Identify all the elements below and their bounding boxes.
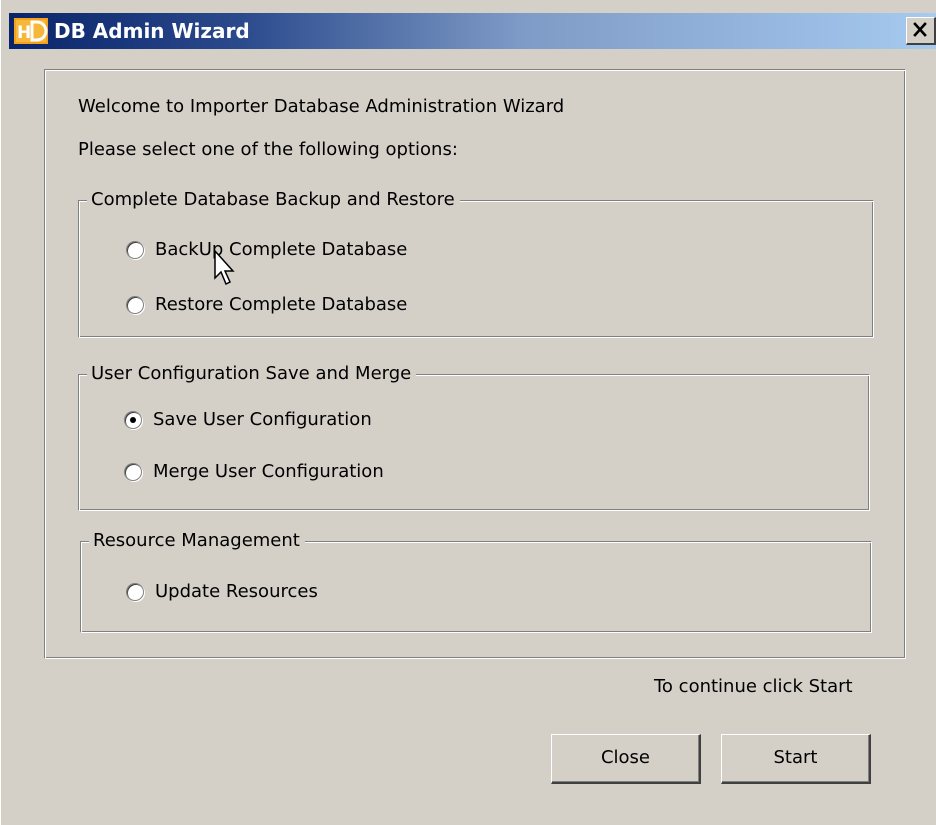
welcome-text: Welcome to Importer Database Administrat… bbox=[78, 96, 565, 117]
close-button[interactable]: Close bbox=[551, 734, 701, 784]
resource-management-group-legend: Resource Management bbox=[89, 529, 305, 553]
merge-user-config-option[interactable]: Merge User Configuration bbox=[124, 458, 434, 486]
save-user-config-radio[interactable] bbox=[124, 411, 142, 429]
backup-restore-group-legend: Complete Database Backup and Restore bbox=[87, 188, 460, 212]
close-icon bbox=[913, 22, 927, 37]
svg-text:H: H bbox=[17, 23, 31, 43]
update-resources-option[interactable]: Update Resources bbox=[126, 578, 376, 606]
backup-database-option[interactable]: BackUp Complete Database bbox=[126, 236, 456, 264]
backup-database-label[interactable]: BackUp Complete Database bbox=[155, 238, 407, 262]
save-user-config-option[interactable]: Save User Configuration bbox=[124, 406, 434, 434]
start-button[interactable]: Start bbox=[721, 734, 871, 784]
merge-user-config-radio[interactable] bbox=[124, 463, 142, 481]
title-close-button[interactable] bbox=[906, 17, 936, 45]
instruction-text: Please select one of the following optio… bbox=[78, 139, 458, 160]
update-resources-radio[interactable] bbox=[126, 583, 144, 601]
merge-user-config-label[interactable]: Merge User Configuration bbox=[153, 460, 384, 484]
hd-logo-icon: H bbox=[14, 18, 48, 44]
title-bar[interactable]: H DB Admin Wizard bbox=[9, 13, 936, 49]
restore-database-radio[interactable] bbox=[126, 296, 144, 314]
continue-hint: To continue click Start bbox=[654, 676, 853, 697]
window-title: DB Admin Wizard bbox=[54, 19, 250, 43]
user-config-group bbox=[78, 374, 870, 511]
backup-database-radio[interactable] bbox=[126, 241, 144, 259]
update-resources-label[interactable]: Update Resources bbox=[155, 580, 318, 604]
db-admin-wizard-window: H DB Admin Wizard Welcome to Importer Da… bbox=[0, 0, 936, 825]
restore-database-option[interactable]: Restore Complete Database bbox=[126, 291, 456, 319]
save-user-config-label[interactable]: Save User Configuration bbox=[153, 408, 372, 432]
user-config-group-legend: User Configuration Save and Merge bbox=[87, 362, 417, 386]
restore-database-label[interactable]: Restore Complete Database bbox=[155, 293, 407, 317]
